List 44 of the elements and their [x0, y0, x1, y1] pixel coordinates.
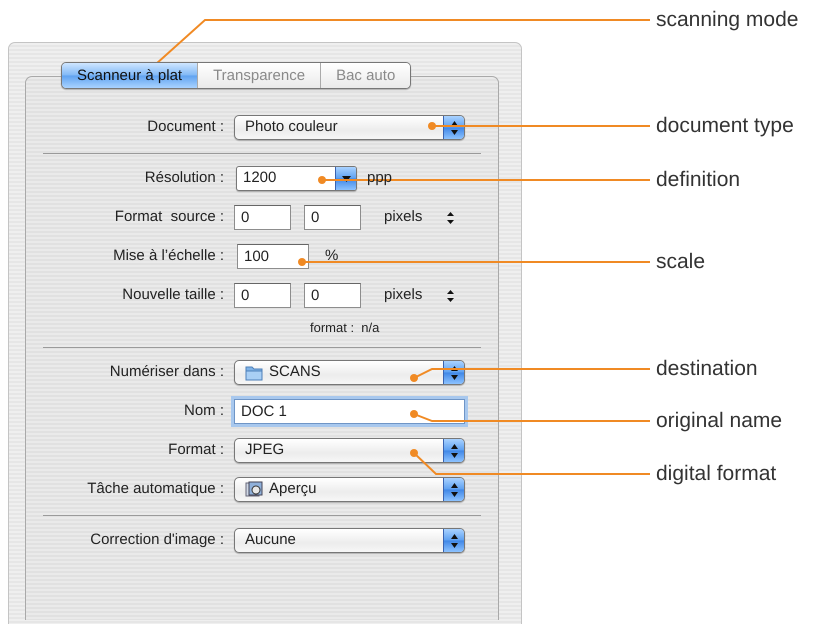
photo-icon — [245, 481, 263, 498]
unit-label: % — [325, 246, 338, 266]
input-field[interactable]: 0 — [304, 205, 361, 230]
unit-label: pixels — [384, 285, 422, 306]
field-label: Document : — [146, 117, 225, 138]
callout-label: definition — [656, 167, 740, 193]
popup-menu[interactable]: JPEG — [234, 438, 465, 463]
popup-menu[interactable]: SCANS — [234, 360, 465, 385]
input-field[interactable]: 0 — [304, 283, 361, 308]
field-label: Numériser dans : — [108, 362, 225, 382]
input-field[interactable]: 0 — [234, 283, 291, 308]
callout-label: digital format — [656, 461, 776, 487]
field-label: Format source : — [114, 207, 225, 228]
callout-label: scale — [656, 249, 706, 275]
up-down-arrows-icon — [448, 442, 460, 458]
callout-label: destination — [656, 356, 758, 382]
stepper-icon — [446, 210, 456, 226]
format-info: format : n/a — [309, 319, 380, 338]
text-field[interactable]: DOC 1 — [234, 399, 465, 424]
callout-label: document type — [656, 113, 794, 139]
up-down-arrows-icon — [448, 120, 460, 136]
input-field[interactable]: 100 — [237, 244, 309, 269]
unit-label: pixels — [384, 207, 422, 228]
field-label: Mise à l’échelle : — [112, 246, 225, 266]
up-down-arrows-icon — [448, 482, 460, 498]
tab[interactable]: Scanneur à plat — [62, 63, 198, 88]
field-label: Correction d'image : — [89, 530, 225, 550]
popup-menu[interactable]: Aucune — [234, 528, 465, 553]
up-down-arrows-icon — [448, 364, 460, 380]
popup-menu[interactable]: Aperçu — [234, 477, 465, 502]
field-label: Nouvelle taille : — [121, 285, 225, 306]
field-label: Tâche automatique : — [86, 479, 225, 500]
callout-label: scanning mode — [656, 7, 798, 33]
up-down-arrows-icon — [448, 532, 460, 548]
popup-menu[interactable]: Photo couleur — [234, 115, 465, 140]
input-field[interactable]: 0 — [234, 205, 291, 230]
caret-icon — [340, 174, 352, 182]
stepper-icon — [446, 288, 456, 304]
combo-box[interactable]: 1200 — [236, 166, 357, 191]
field-label: Nom : — [182, 401, 225, 422]
callout-label: original name — [656, 408, 782, 434]
field-label: Résolution : — [144, 168, 225, 188]
folder-icon — [245, 364, 263, 381]
field-label: Format : — [167, 440, 225, 460]
